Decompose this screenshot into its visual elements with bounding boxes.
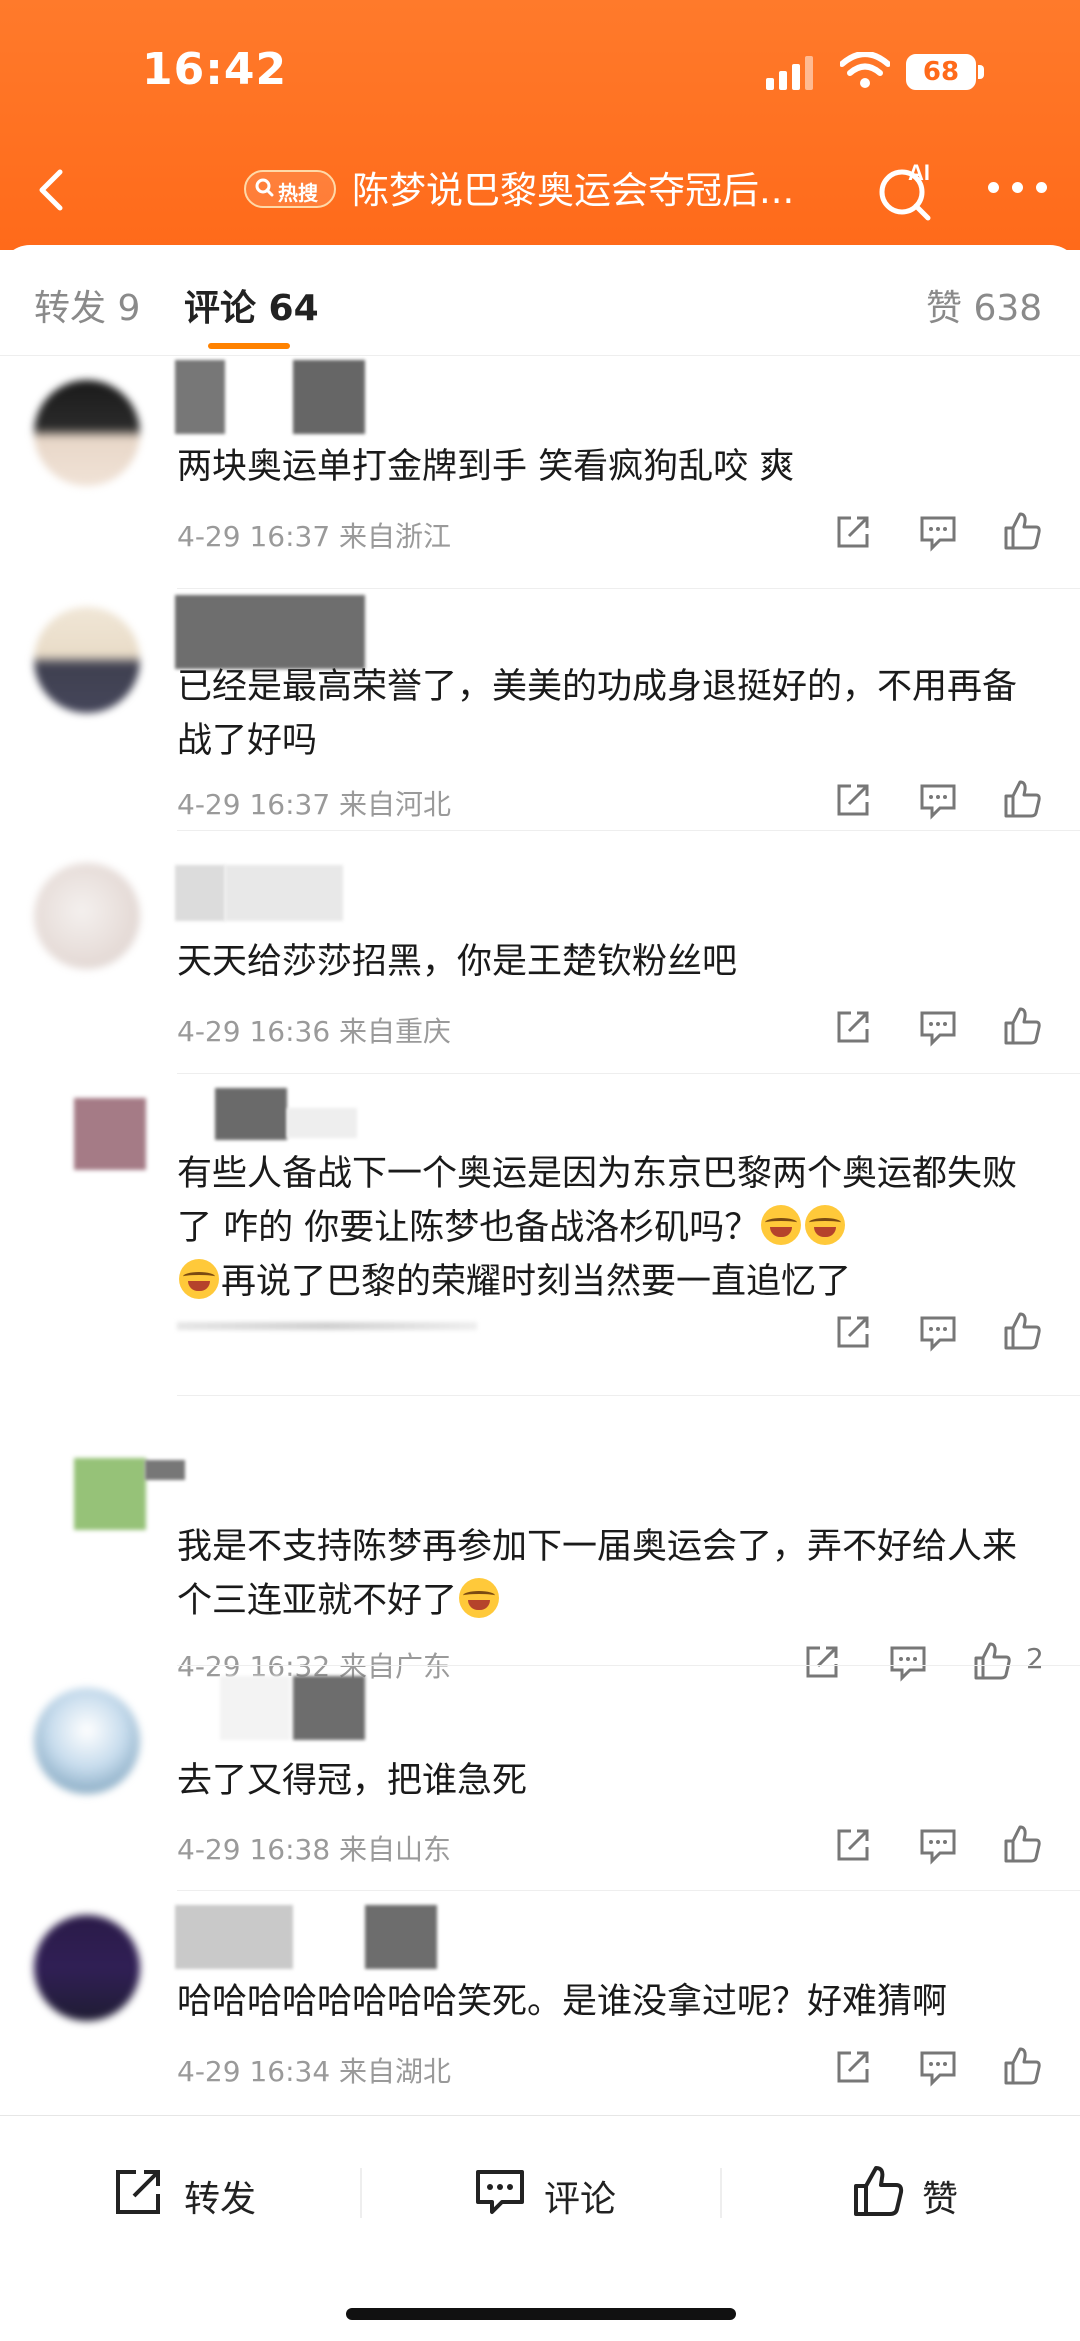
header: 16:42 68 热搜 陈梦说巴黎奥运会夺冠后... AI	[0, 0, 1080, 250]
like-icon[interactable]	[1000, 778, 1044, 822]
comment-label: 评论	[544, 2179, 617, 2220]
avatar[interactable]	[74, 1458, 146, 1530]
reply-icon[interactable]	[916, 778, 960, 822]
wifi-icon	[840, 52, 890, 88]
comment-actions	[0, 510, 1080, 556]
comment-text: 天天给莎莎招黑，你是王楚钦粉丝吧	[177, 942, 738, 982]
share-icon[interactable]	[831, 1310, 875, 1354]
comment-text: 去了又得冠，把谁急死	[177, 1761, 528, 1801]
like-icon[interactable]	[970, 1640, 1014, 1684]
battery-indicator: 68	[906, 54, 988, 92]
comment-actions	[0, 778, 1080, 824]
search-icon	[255, 178, 274, 197]
status-bar: 16:42 68	[0, 0, 1080, 140]
hot-badge-label: 热搜	[278, 181, 318, 205]
comment-actions	[0, 1310, 1080, 1356]
like-icon	[854, 2166, 904, 2216]
forward-button[interactable]: 转发	[110, 2164, 270, 2220]
nav-bar: 热搜 陈梦说巴黎奥运会夺冠后... AI	[0, 140, 1080, 240]
share-icon	[116, 2170, 160, 2214]
divider	[177, 1890, 1080, 1891]
like-count: 2	[1026, 1642, 1044, 1675]
reply-icon[interactable]	[886, 1640, 930, 1684]
status-time: 16:42	[142, 44, 288, 95]
tab-comments[interactable]: 评论 64	[184, 279, 319, 331]
svg-text:AI: AI	[908, 160, 930, 185]
like-label: 赞	[922, 2179, 959, 2220]
avatar[interactable]	[74, 1098, 146, 1170]
like-icon[interactable]	[1000, 1823, 1044, 1867]
comment-button[interactable]: 评论	[472, 2164, 632, 2220]
share-icon[interactable]	[831, 778, 875, 822]
comments-sheet: 转发 9 评论 64 赞 638 两块奥运单打金牌到手 笑看疯狗乱咬 爽 4-2…	[0, 245, 1080, 2341]
tab-bar: 转发 9 评论 64 赞 638	[0, 245, 1080, 356]
share-icon[interactable]	[831, 1005, 875, 1049]
crying-laughing-emoji-icon	[761, 1205, 802, 1245]
like-icon[interactable]	[1000, 1310, 1044, 1354]
bottom-action-bar: 转发 评论 赞	[0, 2115, 1080, 2266]
comment-icon	[476, 2170, 524, 2214]
reply-icon[interactable]	[916, 2045, 960, 2089]
comment-text-content: 我是不支持陈梦再参加下一届奥运会了，弄不好给人来个三连亚就不好了	[177, 1527, 1018, 1621]
battery-level: 68	[906, 54, 976, 90]
avatar[interactable]	[34, 607, 140, 713]
more-options-icon[interactable]	[988, 182, 1048, 198]
reply-icon[interactable]	[916, 510, 960, 554]
battery-tip	[978, 65, 984, 79]
hot-search-badge[interactable]: 热搜	[244, 170, 336, 208]
divider	[177, 1073, 1080, 1074]
like-icon[interactable]	[1000, 510, 1044, 554]
back-arrow-icon[interactable]	[26, 162, 82, 218]
comment-text: 哈哈哈哈哈哈哈哈笑死。是谁没拿过呢？好难猜啊	[177, 1982, 948, 2022]
comment-text: 有些人备战下一个奥运是因为东京巴黎两个奥运都失败了 咋的 你要让陈梦也备战洛杉矶…	[177, 1147, 1037, 1309]
like-icon[interactable]	[1000, 2045, 1044, 2089]
crying-laughing-emoji-icon	[805, 1205, 846, 1245]
avatar[interactable]	[34, 1688, 140, 1794]
laughing-emoji-icon	[459, 1578, 500, 1618]
comment-text: 我是不支持陈梦再参加下一届奥运会了，弄不好给人来个三连亚就不好了	[177, 1520, 1037, 1628]
comment-actions	[0, 2045, 1080, 2091]
divider	[177, 1665, 1080, 1666]
separator	[360, 2168, 362, 2218]
share-icon[interactable]	[800, 1640, 844, 1684]
crying-laughing-emoji-icon	[179, 1259, 219, 1299]
comment-text: 已经是最高荣誉了，美美的功成身退挺好的，不用再备战了好吗	[177, 667, 1018, 761]
page-title[interactable]: 陈梦说巴黎奥运会夺冠后...	[352, 160, 822, 214]
comment-text: 两块奥运单打金牌到手 笑看疯狗乱咬 爽	[177, 447, 795, 487]
reply-icon[interactable]	[916, 1823, 960, 1867]
like-button[interactable]: 赞	[850, 2164, 970, 2220]
share-icon[interactable]	[831, 1823, 875, 1867]
tab-likes[interactable]: 赞 638	[926, 279, 1042, 331]
comment-text-line-b: 再说了巴黎的荣耀时刻当然要一直追忆了	[221, 1262, 852, 1302]
reply-icon[interactable]	[916, 1310, 960, 1354]
reply-icon[interactable]	[916, 1005, 960, 1049]
ai-search-icon[interactable]: AI	[876, 158, 940, 222]
comment-actions	[0, 1005, 1080, 1051]
active-tab-indicator	[208, 343, 290, 349]
divider	[177, 588, 1080, 589]
avatar[interactable]	[34, 380, 140, 486]
home-indicator[interactable]	[346, 2308, 736, 2320]
divider	[177, 1395, 1080, 1396]
share-icon[interactable]	[831, 510, 875, 554]
tab-forward[interactable]: 转发 9	[34, 279, 140, 331]
cellular-signal-icon	[766, 56, 813, 90]
comment-actions: 2	[0, 1640, 1080, 1686]
comment-text-line-a: 有些人备战下一个奥运是因为东京巴黎两个奥运都失败了 咋的 你要让陈梦也备战洛杉矶…	[177, 1154, 1018, 1248]
like-icon[interactable]	[1000, 1005, 1044, 1049]
avatar[interactable]	[34, 863, 140, 969]
avatar[interactable]	[34, 1915, 140, 2021]
comment-actions	[0, 1823, 1080, 1869]
separator	[720, 2168, 722, 2218]
forward-label: 转发	[184, 2179, 257, 2220]
share-icon[interactable]	[831, 2045, 875, 2089]
divider	[177, 830, 1080, 831]
